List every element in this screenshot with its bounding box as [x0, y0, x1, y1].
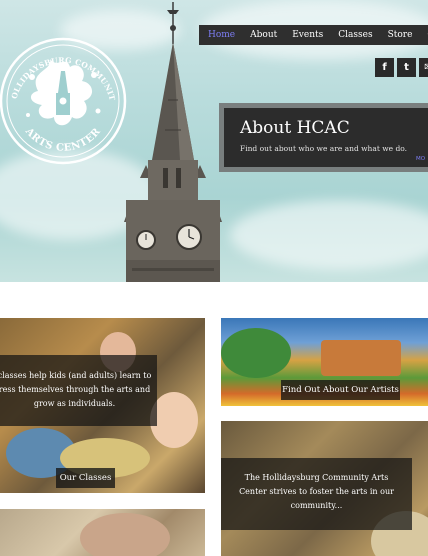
- classes-text-line: grow as individuals.: [33, 399, 116, 408]
- site-logo[interactable]: HOLLIDAYSBURG COMMUNITY ARTS CENTER: [0, 31, 128, 169]
- about-more-link[interactable]: MO: [416, 156, 425, 162]
- nav-item-about[interactable]: About: [241, 30, 277, 40]
- our-classes-button[interactable]: Our Classes: [56, 468, 115, 488]
- about-callout[interactable]: About HCAC Find out about who we are and…: [219, 103, 428, 172]
- classes-text-line: ress themselves through the arts and: [0, 385, 151, 394]
- photo-detail: [221, 328, 291, 378]
- find-artists-button[interactable]: Find Out About Our Artists: [281, 380, 400, 400]
- community-text-line: The Hollidaysburg Community Arts: [244, 473, 389, 482]
- photo-detail: [80, 513, 170, 556]
- pottery-photo-tile[interactable]: [0, 509, 205, 556]
- facebook-icon[interactable]: f: [375, 58, 394, 77]
- photo-detail: [150, 392, 198, 448]
- nav-item-classes[interactable]: Classes: [329, 30, 372, 40]
- about-panel: About HCAC Find out about who we are and…: [224, 108, 428, 167]
- email-icon[interactable]: ✉: [419, 58, 428, 77]
- photo-detail: [321, 340, 401, 376]
- nav-item-contact[interactable]: Co: [418, 30, 428, 40]
- nav-item-home[interactable]: Home: [199, 30, 235, 40]
- twitter-icon[interactable]: t: [397, 58, 416, 77]
- nav-item-events[interactable]: Events: [283, 30, 323, 40]
- about-subtitle: Find out about who we are and what we do…: [240, 144, 408, 153]
- about-title: About HCAC: [240, 118, 350, 138]
- nav-item-store[interactable]: Store: [379, 30, 413, 40]
- community-text-line: community...: [290, 501, 343, 510]
- classes-description-overlay: classes help kids (and adults) learn to …: [0, 355, 157, 426]
- community-description-overlay: The Hollidaysburg Community Arts Center …: [221, 458, 412, 530]
- hero-banner: HOLLIDAYSBURG COMMUNITY ARTS CENTER Home…: [0, 0, 428, 282]
- main-nav: Home About Events Classes Store Co: [199, 25, 428, 45]
- cloud: [230, 200, 428, 270]
- community-text-line: Center strives to foster the arts in our: [239, 487, 394, 496]
- classes-text-line: classes help kids (and adults) learn to: [0, 371, 152, 380]
